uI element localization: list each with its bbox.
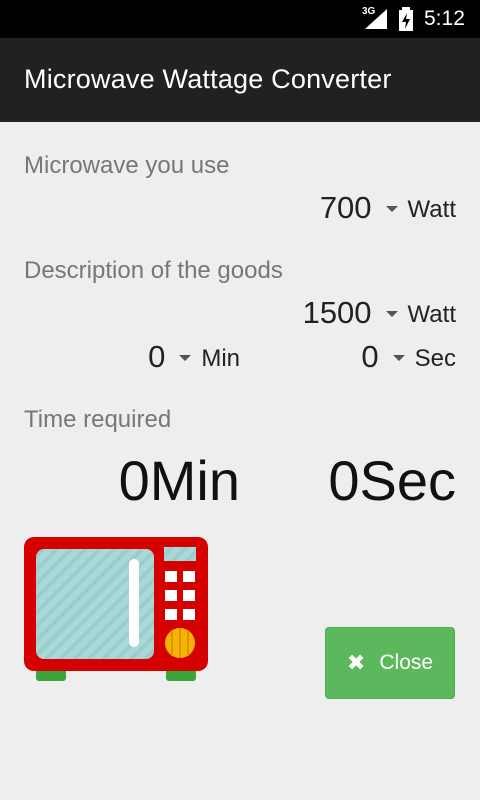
signal-icon: [365, 9, 387, 29]
goods-watt-spinner[interactable]: 1500 Watt: [303, 295, 456, 331]
goods-sec-value: 0: [361, 339, 379, 374]
dropdown-caret-icon: [392, 355, 405, 361]
microwave-watt-spinner[interactable]: 700 Watt: [320, 190, 456, 226]
goods-min-spinner[interactable]: 0 Min: [148, 339, 240, 375]
app-bar: Microwave Wattage Converter: [0, 38, 480, 122]
clock: 5:12: [424, 7, 465, 30]
microwave-watt-unit: Watt: [407, 196, 456, 223]
microwave-use-label: Microwave you use: [24, 152, 230, 179]
goods-label: Description of the goods: [24, 257, 283, 284]
microwave-icon: [24, 537, 208, 681]
goods-watt-unit: Watt: [407, 301, 456, 328]
result-seconds: 0Sec: [328, 449, 456, 512]
battery-charging-icon: [399, 7, 413, 31]
goods-min-unit: Min: [201, 345, 240, 372]
goods-sec-spinner[interactable]: 0 Sec: [361, 339, 456, 375]
goods-min-value: 0: [148, 339, 166, 374]
dropdown-caret-icon: [385, 206, 398, 212]
dropdown-caret-icon: [385, 311, 398, 317]
time-required-label: Time required: [24, 406, 172, 433]
goods-watt-value: 1500: [302, 295, 372, 330]
close-button[interactable]: ✖ Close: [325, 627, 455, 699]
microwave-watt-value: 700: [319, 190, 372, 225]
close-x-icon: ✖: [346, 650, 366, 675]
app-title: Microwave Wattage Converter: [24, 64, 392, 94]
status-bar: 3G 5:12: [0, 0, 480, 38]
goods-sec-unit: Sec: [414, 345, 456, 372]
result-minutes: 0Min: [118, 449, 240, 512]
dropdown-caret-icon: [179, 355, 192, 361]
close-button-label: Close: [379, 651, 434, 674]
